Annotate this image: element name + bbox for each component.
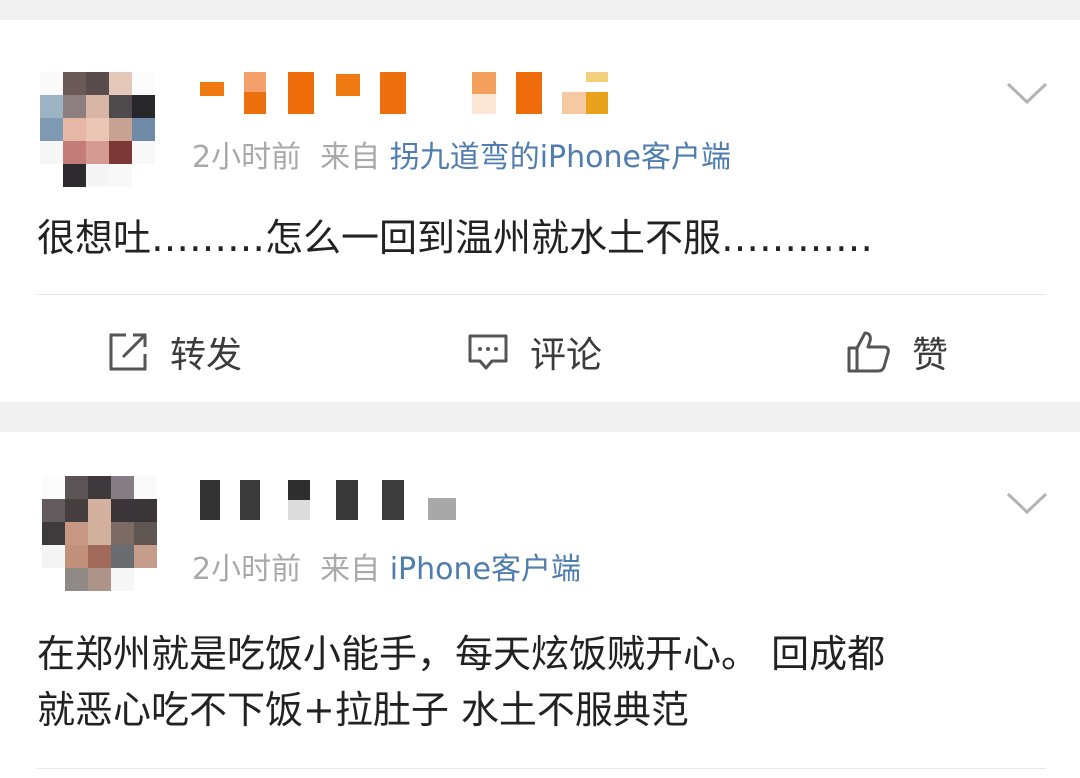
comment-label: 评论	[530, 335, 603, 376]
post-menu-chevron[interactable]	[1004, 78, 1050, 108]
repost-label: 转发	[170, 335, 243, 376]
comment-icon	[468, 334, 508, 370]
post-meta: 2小时前 来自 拐九道弯的iPhone客户端	[192, 138, 731, 178]
post-meta: 2小时前 来自 iPhone客户端	[192, 550, 581, 590]
like-label: 赞	[912, 335, 949, 376]
comment-button[interactable]: 评论	[466, 326, 602, 378]
avatar-pixelated[interactable]	[42, 476, 158, 592]
post-menu-chevron[interactable]	[1004, 488, 1050, 518]
chevron-down-icon	[1006, 82, 1048, 105]
post-text: 在郑州就是吃饭小能手，每天炫饭贼开心。 回成都 就恶心吃不下饭+拉肚子 水土不服…	[37, 632, 886, 732]
divider	[36, 768, 1046, 769]
post-time: 2小时前	[192, 140, 302, 175]
post-source-link[interactable]: 拐九道弯的iPhone客户端	[390, 140, 731, 175]
weibo-post-card: 2小时前 来自 iPhone客户端 在郑州就是吃饭小能手，每天炫饭贼开心。 回成…	[0, 432, 1080, 778]
thumbs-up-icon	[847, 331, 890, 373]
repost-icon	[109, 333, 147, 371]
post-time: 2小时前	[192, 552, 302, 587]
like-button[interactable]: 赞	[846, 326, 948, 378]
username-pixelated[interactable]	[196, 480, 476, 524]
post-source-link[interactable]: iPhone客户端	[390, 552, 581, 587]
avatar-pixelated[interactable]	[40, 72, 156, 188]
from-label: 来自	[320, 140, 381, 175]
post-text: 很想吐………怎么一回到温州就水土不服…………	[37, 216, 874, 260]
divider	[36, 294, 1046, 295]
from-label: 来自	[320, 552, 381, 587]
username-pixelated[interactable]	[200, 72, 610, 116]
repost-button[interactable]: 转发	[106, 326, 242, 378]
weibo-post-card: 2小时前 来自 拐九道弯的iPhone客户端 很想吐………怎么一回到温州就水土不…	[0, 20, 1080, 402]
chevron-down-icon	[1006, 492, 1048, 515]
